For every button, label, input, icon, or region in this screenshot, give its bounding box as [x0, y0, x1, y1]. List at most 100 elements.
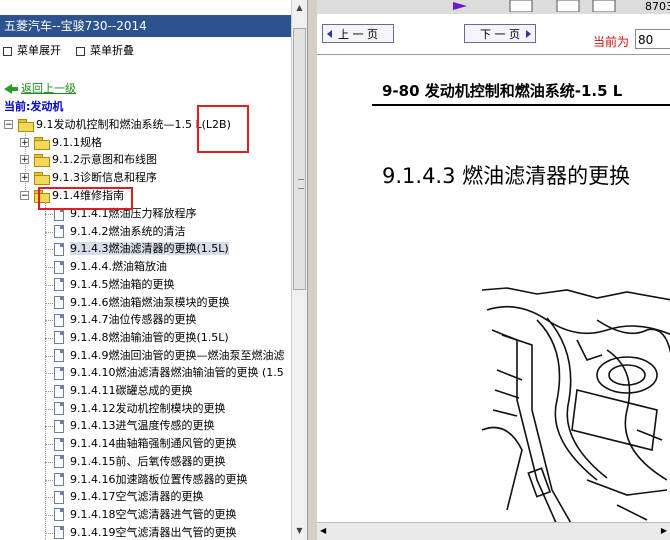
tree-leaf-item[interactable]: 9.1.4.6燃油箱燃油泵模块的更换 — [54, 294, 229, 311]
tree-line — [45, 444, 53, 446]
menu-collapse-button[interactable]: 菜单折叠 — [76, 42, 134, 60]
tree-leaf-item[interactable]: 9.1.4.19空气滤清器出气管的更换 — [54, 524, 236, 540]
scroll-left-icon[interactable]: ◀ — [320, 526, 326, 535]
document-icon — [54, 526, 64, 540]
tree-leaf-item[interactable]: 9.1.4.9燃油回油管的更换—燃油泵至燃油滤 — [54, 347, 284, 364]
scroll-down-icon[interactable]: ▼ — [293, 524, 306, 537]
tree-leaf-item[interactable]: 9.1.4.3燃油滤清器的更换(1.5L) — [54, 240, 229, 257]
menu-expand-button[interactable]: 菜单展开 — [3, 42, 61, 60]
fuel-filter-illustration — [481, 287, 670, 525]
document-icon — [54, 278, 64, 292]
collapse-toggle-icon[interactable]: − — [20, 191, 29, 201]
prev-page-button[interactable]: 上 一 页 — [322, 24, 394, 43]
tree-line — [45, 355, 53, 357]
document-icon — [54, 508, 64, 522]
play-icon[interactable] — [453, 2, 467, 10]
current-page-label: 当前为 — [593, 35, 630, 49]
document-icon — [54, 402, 64, 416]
view-icon[interactable] — [509, 0, 533, 12]
folder-icon — [18, 119, 34, 132]
tree-line — [45, 302, 53, 304]
view-icon[interactable] — [592, 0, 616, 12]
document-icon — [54, 490, 64, 504]
left-nav-pane: 五菱汽车--宝骏730--2014 菜单展开 菜单折叠 返回上一级 当前:发动机… — [0, 0, 291, 540]
tree-leaf-item[interactable]: 9.1.4.7油位传感器的更换 — [54, 311, 196, 328]
tree-leaf-item[interactable]: 9.1.4.5燃油箱的更换 — [54, 276, 174, 293]
tree-leaf-item[interactable]: 9.1.4.15前、后氧传感器的更换 — [54, 453, 225, 470]
expand-icon — [3, 46, 12, 56]
back-arrow-icon — [4, 83, 18, 95]
highlight-box-service-guide — [38, 187, 133, 210]
document-icon — [54, 331, 64, 345]
tree-line — [45, 249, 53, 251]
pane-splitter[interactable] — [307, 0, 317, 540]
tree-line — [45, 320, 53, 322]
tree-line — [45, 532, 53, 534]
tree-leaf-item[interactable]: 9.1.4.8燃油输油管的更换(1.5L) — [54, 329, 229, 346]
tree-leaf-item[interactable]: 9.1.4.13进气温度传感的更换 — [54, 417, 214, 434]
document-icon — [54, 419, 64, 433]
document-icon — [54, 384, 64, 398]
tree-line — [45, 373, 53, 375]
document-icon — [54, 225, 64, 239]
tree-leaf-item[interactable]: 9.1.4.14曲轴箱强制通风管的更换 — [54, 435, 236, 452]
document-icon — [54, 313, 64, 327]
tree-leaf-item[interactable]: 9.1.4.16加速踏板位置传感器的更换 — [54, 471, 247, 488]
tree-leaf-item[interactable]: 9.1.4.18空气滤清器进气管的更换 — [54, 506, 236, 523]
document-icon — [54, 437, 64, 451]
collapse-toggle-icon[interactable]: − — [4, 120, 13, 130]
document-icon — [54, 260, 64, 274]
nav-vertical-scrollbar[interactable]: ▲ ▼ — [291, 0, 307, 540]
tree-line — [45, 202, 46, 540]
tree-line — [45, 426, 53, 428]
section-title: 9.1.4.3 燃油滤清器的更换 — [382, 164, 631, 188]
next-page-button[interactable]: 下 一 页 — [464, 24, 536, 43]
scroll-thumb[interactable] — [293, 28, 306, 290]
tree-node-diagrams[interactable]: + 9.1.2示意图和布线图 — [20, 151, 157, 168]
collapse-icon — [76, 46, 85, 56]
tree-line — [45, 497, 53, 499]
tree-line — [45, 461, 53, 463]
grip-icon — [298, 179, 304, 189]
tree-node-specs[interactable]: + 9.1.1规格 — [20, 134, 102, 151]
tree-leaf-item[interactable]: 9.1.4.12发动机控制模块的更换 — [54, 400, 225, 417]
tree-line — [45, 514, 53, 516]
view-icon[interactable] — [556, 0, 580, 12]
tree-leaf-item[interactable]: 9.1.4.2燃油系统的清洁 — [54, 223, 185, 240]
document-icon — [54, 473, 64, 486]
scroll-up-icon[interactable]: ▲ — [293, 1, 306, 14]
tree-leaf-item[interactable]: 9.1.4.10燃油滤清器燃油输油管的更换 (1.5 — [54, 364, 284, 381]
folder-icon — [34, 154, 50, 167]
top-number: 8703 — [645, 0, 670, 13]
document-icon — [54, 242, 64, 256]
tree-line — [45, 214, 53, 215]
expand-toggle-icon[interactable]: + — [20, 155, 29, 165]
tree-leaf-item[interactable]: 9.1.4.11碳罐总成的更换 — [54, 382, 192, 399]
current-page-input[interactable]: 80 — [635, 29, 670, 49]
top-toolbar-strip: 8703 — [317, 0, 670, 14]
page-header: 9-80 发动机控制和燃油系统-1.5 L — [382, 82, 623, 100]
tree-line — [45, 337, 53, 339]
tree-line — [45, 391, 53, 392]
highlight-box-l2b — [197, 105, 249, 153]
tree-leaf-item[interactable]: 9.1.4.17空气滤清器的更换 — [54, 488, 203, 505]
tree-leaf-item[interactable]: 9.1.4.4.燃油箱放油 — [54, 258, 167, 275]
header-rule — [372, 104, 670, 106]
back-link[interactable]: 返回上一级 — [4, 80, 76, 96]
document-icon — [54, 455, 64, 469]
expand-toggle-icon[interactable]: + — [20, 173, 29, 183]
scroll-right-icon[interactable]: ▶ — [661, 526, 667, 535]
document-icon — [54, 296, 64, 309]
doc-horizontal-scrollbar[interactable]: ◀ ▶ — [317, 522, 670, 540]
folder-icon — [34, 172, 50, 185]
menu-bar: 菜单展开 菜单折叠 — [0, 42, 291, 60]
folder-icon — [34, 137, 50, 150]
expand-toggle-icon[interactable]: + — [20, 138, 29, 148]
document-icon — [54, 366, 64, 380]
toolbar-icons — [453, 0, 616, 12]
nav-title: 五菱汽车--宝骏730--2014 — [0, 15, 291, 37]
tree-node-diagnostics[interactable]: + 9.1.3诊断信息和程序 — [20, 169, 157, 186]
tree-line — [45, 284, 53, 286]
tree-line — [45, 408, 53, 410]
tree-line — [45, 479, 53, 481]
